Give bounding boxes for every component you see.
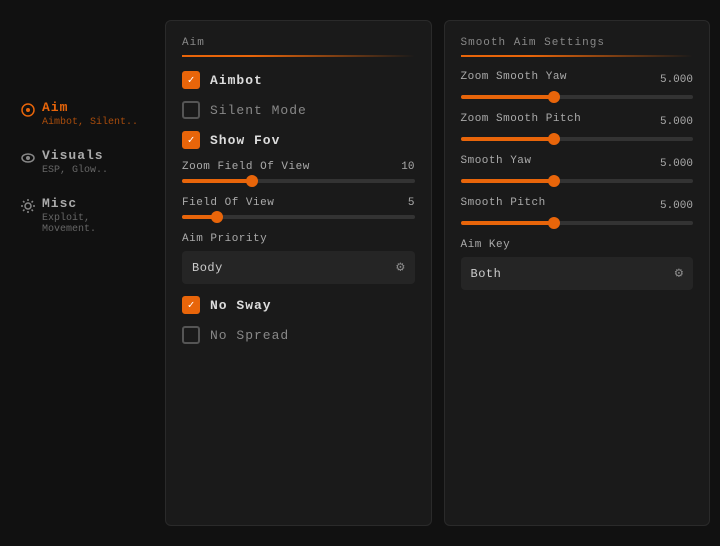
smooth-pitch-label: Smooth Pitch [461, 197, 546, 209]
silent-mode-checkbox-row[interactable]: Silent Mode [182, 101, 415, 119]
no-spread-label: No Spread [210, 328, 289, 343]
silent-mode-label: Silent Mode [210, 103, 307, 118]
show-fov-checkbox-row[interactable]: Show Fov [182, 131, 415, 149]
aimbot-checkbox-row[interactable]: Aimbot [182, 71, 415, 89]
aim-panel-title: Aim [182, 37, 415, 57]
smooth-yaw-row: Smooth Yaw 5.000 [461, 155, 694, 183]
sidebar: Aim Aimbot, Silent.. Visuals ESP, Glow.. [0, 0, 160, 546]
zoom-smooth-yaw-value: 5.000 [660, 74, 693, 86]
gear-icon [20, 198, 36, 214]
aim-priority-gear-icon[interactable]: ⚙ [396, 259, 404, 276]
no-spread-checkbox-row[interactable]: No Spread [182, 326, 415, 344]
panels-container: Aim Aimbot Silent Mode Show Fov Zoom Fie… [165, 20, 710, 526]
fov-track[interactable] [182, 215, 415, 219]
sidebar-item-aim[interactable]: Aim Aimbot, Silent.. [0, 90, 160, 138]
sidebar-misc-title: Misc [42, 196, 140, 211]
smooth-yaw-thumb[interactable] [548, 175, 560, 187]
zoom-fov-thumb[interactable] [246, 175, 258, 187]
eye-icon [20, 150, 36, 166]
smooth-pitch-value: 5.000 [660, 200, 693, 212]
aim-priority-section-label: Aim Priority [182, 233, 415, 245]
smooth-yaw-label: Smooth Yaw [461, 155, 532, 167]
zoom-fov-fill [182, 179, 252, 183]
aimbot-checkbox[interactable] [182, 71, 200, 89]
smooth-pitch-fill [461, 221, 554, 225]
smooth-pitch-track[interactable] [461, 221, 694, 225]
aim-key-section-label: Aim Key [461, 239, 694, 251]
zoom-smooth-pitch-row: Zoom Smooth Pitch 5.000 [461, 113, 694, 141]
sidebar-visuals-sub: ESP, Glow.. [42, 165, 108, 176]
aim-priority-dropdown[interactable]: Body ⚙ [182, 251, 415, 284]
zoom-smooth-pitch-fill [461, 137, 554, 141]
smooth-yaw-value: 5.000 [660, 158, 693, 170]
fov-label: Field Of View [182, 197, 274, 209]
aimbot-label: Aimbot [210, 73, 263, 88]
zoom-fov-track[interactable] [182, 179, 415, 183]
zoom-fov-slider-row: Zoom Field Of View 10 [182, 161, 415, 183]
zoom-smooth-yaw-thumb[interactable] [548, 91, 560, 103]
show-fov-checkbox[interactable] [182, 131, 200, 149]
zoom-smooth-pitch-track[interactable] [461, 137, 694, 141]
zoom-smooth-pitch-thumb[interactable] [548, 133, 560, 145]
no-spread-checkbox[interactable] [182, 326, 200, 344]
sidebar-item-visuals[interactable]: Visuals ESP, Glow.. [0, 138, 160, 186]
fov-thumb[interactable] [211, 211, 223, 223]
aim-key-gear-icon[interactable]: ⚙ [675, 265, 683, 282]
fov-slider-row: Field Of View 5 [182, 197, 415, 219]
smooth-panel: Smooth Aim Settings Zoom Smooth Yaw 5.00… [444, 20, 711, 526]
sidebar-aim-title: Aim [42, 100, 138, 115]
smooth-pitch-thumb[interactable] [548, 217, 560, 229]
smooth-yaw-track[interactable] [461, 179, 694, 183]
smooth-yaw-fill [461, 179, 554, 183]
sidebar-item-misc[interactable]: Misc Exploit, Movement. [0, 186, 160, 245]
zoom-smooth-yaw-fill [461, 95, 554, 99]
sidebar-misc-sub: Exploit, Movement. [42, 213, 140, 235]
fov-value: 5 [408, 197, 415, 209]
sidebar-visuals-title: Visuals [42, 148, 108, 163]
target-icon [20, 102, 36, 118]
zoom-smooth-yaw-label: Zoom Smooth Yaw [461, 71, 568, 83]
no-sway-label: No Sway [210, 298, 272, 313]
zoom-smooth-pitch-value: 5.000 [660, 116, 693, 128]
aim-priority-value: Body [192, 261, 223, 275]
zoom-fov-label: Zoom Field Of View [182, 161, 310, 173]
smooth-panel-title: Smooth Aim Settings [461, 37, 694, 57]
no-sway-checkbox-row[interactable]: No Sway [182, 296, 415, 314]
silent-mode-checkbox[interactable] [182, 101, 200, 119]
aim-key-dropdown[interactable]: Both ⚙ [461, 257, 694, 290]
aim-key-value: Both [471, 267, 502, 281]
sidebar-aim-sub: Aimbot, Silent.. [42, 117, 138, 128]
zoom-smooth-yaw-track[interactable] [461, 95, 694, 99]
show-fov-label: Show Fov [210, 133, 280, 148]
zoom-fov-value: 10 [401, 161, 414, 173]
zoom-smooth-yaw-row: Zoom Smooth Yaw 5.000 [461, 71, 694, 99]
zoom-smooth-pitch-label: Zoom Smooth Pitch [461, 113, 582, 125]
aim-panel: Aim Aimbot Silent Mode Show Fov Zoom Fie… [165, 20, 432, 526]
smooth-pitch-row: Smooth Pitch 5.000 [461, 197, 694, 225]
no-sway-checkbox[interactable] [182, 296, 200, 314]
